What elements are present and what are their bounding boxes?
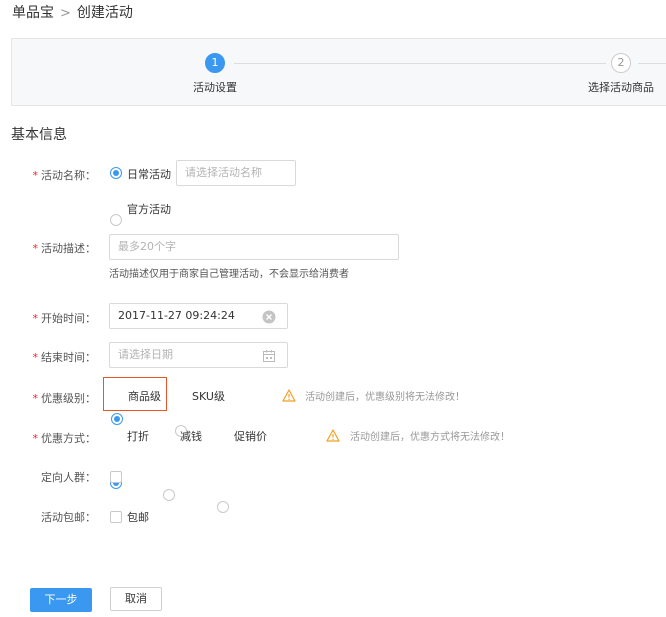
free-shipping-checkbox[interactable]: [110, 511, 122, 523]
radio-product-level-label[interactable]: 商品级: [128, 388, 161, 404]
start-time-label-text: 开始时间：: [41, 312, 96, 325]
radio-sku-level-label[interactable]: SKU级: [192, 388, 225, 404]
step-connector-line-tail: [638, 63, 666, 64]
radio-discount-label[interactable]: 打折: [127, 428, 149, 444]
radio-reduce-money[interactable]: [163, 489, 175, 501]
radio-promo-price[interactable]: [217, 501, 229, 513]
discount-level-label-text: 优惠级别：: [41, 392, 96, 405]
end-time-label-text: 结束时间：: [41, 351, 96, 364]
activity-name-label: * 活动名称：: [16, 167, 97, 183]
breadcrumb-current: 创建活动: [76, 5, 133, 21]
clear-icon[interactable]: [262, 309, 276, 324]
step-1-circle: 1: [205, 53, 225, 73]
step-indicator: [11, 38, 666, 106]
section-title: 基本信息: [11, 127, 67, 143]
discount-type-label-text: 优惠方式：: [41, 432, 96, 445]
activity-desc-label-text: 活动描述：: [41, 242, 96, 255]
calendar-icon[interactable]: [262, 348, 276, 362]
radio-official-activity-label[interactable]: 官方活动: [127, 201, 171, 217]
target-group-label: 定向人群：: [41, 471, 96, 484]
required-mark: *: [32, 432, 39, 445]
cancel-button[interactable]: 取消: [110, 587, 162, 611]
required-mark: *: [32, 242, 39, 255]
activity-name-input[interactable]: 请选择活动名称: [176, 160, 296, 186]
breadcrumb-separator: >: [60, 6, 71, 21]
radio-official-activity[interactable]: [110, 214, 122, 226]
required-mark: *: [32, 312, 39, 325]
breadcrumb-parent-link[interactable]: 单品宝: [12, 5, 54, 21]
warning-triangle-icon: [326, 427, 340, 442]
discount-type-warning: 活动创建后，优惠方式将无法修改！: [350, 432, 510, 443]
required-mark: *: [32, 351, 39, 364]
free-shipping-option-label[interactable]: 包邮: [127, 509, 149, 525]
activity-desc-label: * 活动描述：: [16, 240, 97, 256]
start-time-label: * 开始时间：: [16, 310, 97, 326]
discount-level-label: * 优惠级别：: [16, 390, 97, 406]
activity-desc-hint: 活动描述仅用于商家自己管理活动，不会显示给消费者: [109, 269, 349, 280]
discount-level-warning: 活动创建后，优惠级别将无法修改！: [305, 392, 465, 403]
required-mark: *: [32, 169, 39, 182]
breadcrumb: 单品宝 > 创建活动: [12, 2, 133, 22]
radio-daily-activity[interactable]: [110, 167, 122, 179]
activity-desc-input[interactable]: 最多20个字: [109, 234, 399, 260]
target-group-checkbox[interactable]: [110, 471, 122, 483]
activity-name-label-text: 活动名称：: [41, 169, 96, 182]
warning-triangle-icon: [282, 387, 296, 402]
end-time-label: * 结束时间：: [16, 349, 97, 365]
radio-reduce-money-label[interactable]: 减钱: [180, 428, 202, 444]
next-step-button[interactable]: 下一步: [30, 588, 92, 612]
step-2-label: 选择活动商品: [588, 81, 654, 94]
radio-promo-price-label[interactable]: 促销价: [234, 428, 267, 444]
radio-product-level[interactable]: [111, 413, 123, 425]
free-shipping-label: 活动包邮：: [41, 511, 96, 524]
discount-type-label: * 优惠方式：: [16, 430, 97, 446]
step-2-circle: 2: [611, 53, 631, 73]
radio-daily-activity-label[interactable]: 日常活动: [127, 166, 171, 182]
step-1-label: 活动设置: [193, 81, 237, 94]
step-connector-line: [234, 63, 606, 64]
required-mark: *: [32, 392, 39, 405]
